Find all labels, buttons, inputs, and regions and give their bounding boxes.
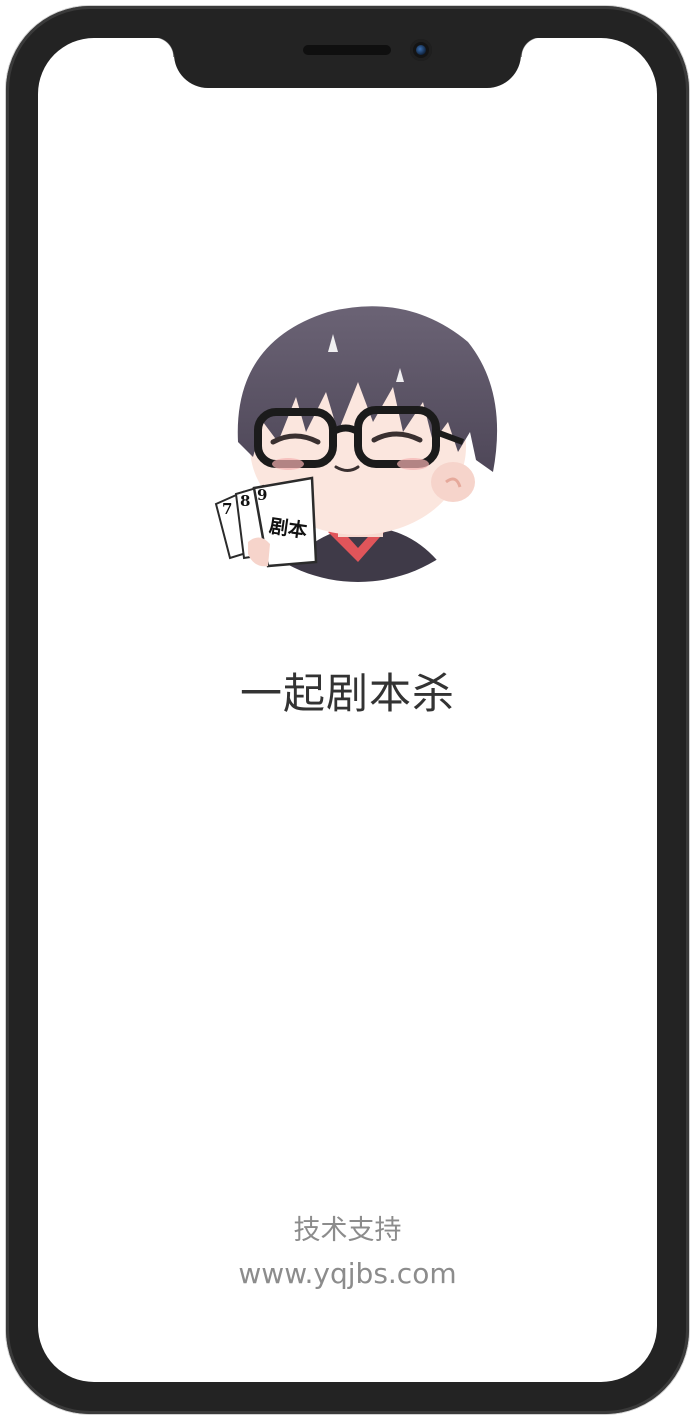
speaker-grille	[303, 45, 391, 55]
tech-support-label: 技术支持	[293, 1215, 402, 1246]
card-number-8: 8	[240, 492, 250, 510]
app-title: 一起剧本杀	[239, 669, 455, 718]
tech-support-url: www.yqjbs.com	[238, 1257, 457, 1290]
card-number-7: 7	[222, 500, 232, 518]
script-cards: 7 8 9 剧本	[214, 476, 318, 568]
app-logo-avatar: 7 8 9 剧本	[214, 306, 498, 582]
card-number-9: 9	[257, 486, 267, 504]
front-camera	[410, 39, 432, 61]
